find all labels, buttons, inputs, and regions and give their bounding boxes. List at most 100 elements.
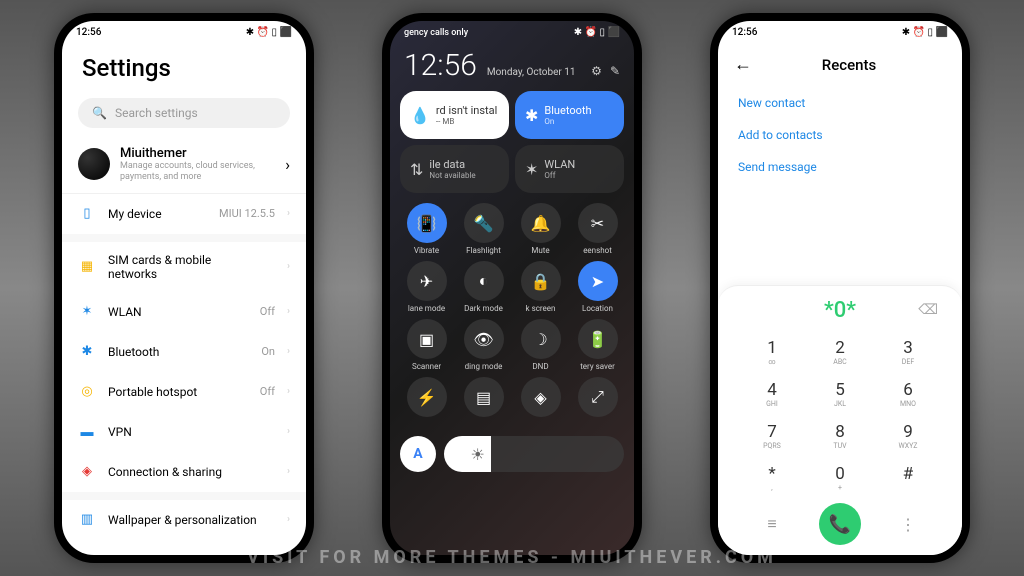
wallpaper-icon: ▥ xyxy=(78,511,96,529)
cc-toggle[interactable]: ✂ eenshot xyxy=(571,203,624,255)
key-letters: JKL xyxy=(806,400,874,408)
cc-toggle[interactable]: ◈ xyxy=(514,377,567,420)
keypad-key[interactable]: 1∞ xyxy=(738,331,806,373)
toggle-label: DND xyxy=(532,362,548,371)
settings-row[interactable]: ◎Portable hotspotOff› xyxy=(62,372,306,412)
toggle-label: Scanner xyxy=(412,362,441,371)
backspace-button[interactable]: ⌫ xyxy=(918,302,938,318)
cc-toggle[interactable]: ▣ Scanner xyxy=(400,319,453,371)
settings-row[interactable]: ▦SIM cards & mobile networks› xyxy=(62,242,306,292)
key-digit: # xyxy=(874,464,942,484)
settings-row[interactable]: ▬VPN› xyxy=(62,412,306,452)
toggle-label: Mute xyxy=(531,246,549,255)
dialer-action[interactable]: Add to contacts xyxy=(738,119,942,151)
key-digit: 6 xyxy=(874,380,942,400)
cc-toggle[interactable]: ➤ Location xyxy=(571,261,624,313)
call-button[interactable]: 📞 xyxy=(819,503,861,545)
toggle-icon: 🔒 xyxy=(521,261,561,301)
toggle-icon: 👁 xyxy=(464,319,504,359)
keypad-key[interactable]: 8TUV xyxy=(806,415,874,457)
keypad-key[interactable]: 2ABC xyxy=(806,331,874,373)
tile-icon: ⇅ xyxy=(410,160,423,179)
item-value: Off xyxy=(260,385,275,398)
keypad-key[interactable]: # xyxy=(874,457,942,499)
my-device-row[interactable]: ▯ My device MIUI 12.5.5 › xyxy=(62,194,306,234)
key-letters: TUV xyxy=(806,442,874,450)
auto-brightness-button[interactable]: A xyxy=(400,436,436,472)
dialer-action[interactable]: New contact xyxy=(738,87,942,119)
toggle-icon: ⤢ xyxy=(578,377,618,417)
cc-toggle[interactable]: ⤢ xyxy=(571,377,624,420)
toggle-label: tery saver xyxy=(580,362,615,371)
wallpaper-row[interactable]: ▥ Wallpaper & personalization › xyxy=(62,500,306,540)
chevron-icon: › xyxy=(287,386,290,397)
cc-tile[interactable]: ✶WLANOff xyxy=(515,145,624,193)
dialer-action[interactable]: Send message xyxy=(738,151,942,183)
tile-title: WLAN xyxy=(544,158,575,171)
cc-toggle[interactable]: ☽DND xyxy=(514,319,567,371)
cc-toggle[interactable]: 🔔Mute xyxy=(514,203,567,255)
cc-toggle[interactable]: 🔒k screen xyxy=(514,261,567,313)
chevron-icon: › xyxy=(287,466,290,477)
keypad-key[interactable]: 4GHI xyxy=(738,373,806,415)
account-row[interactable]: Miuithemer Manage accounts, cloud servic… xyxy=(62,136,306,194)
toggle-icon: ▣ xyxy=(407,319,447,359)
keypad-key[interactable]: 6MNO xyxy=(874,373,942,415)
key-digit: 0 xyxy=(806,464,874,484)
cc-toggle[interactable]: 🔋 tery saver xyxy=(571,319,624,371)
cc-toggle[interactable]: ⚡ xyxy=(400,377,453,420)
tile-title: ile data xyxy=(429,158,465,171)
cc-toggle[interactable]: ✈lane mode xyxy=(400,261,453,313)
keypad-key[interactable]: 9WXYZ xyxy=(874,415,942,457)
keypad-key[interactable]: *, xyxy=(738,457,806,499)
edit-icon[interactable]: ✎ xyxy=(610,64,620,78)
keypad-key[interactable]: 7PQRS xyxy=(738,415,806,457)
key-letters: + xyxy=(806,484,874,492)
cc-toggle[interactable]: ◐Dark mode xyxy=(457,261,510,313)
item-label: VPN xyxy=(108,425,263,439)
chevron-icon: › xyxy=(287,514,290,525)
status-icons: ✱ ⏰ ▯ ⬛ xyxy=(574,27,620,38)
page-title: Settings xyxy=(82,54,286,82)
chevron-icon: › xyxy=(287,426,290,437)
cc-toggle[interactable]: 📳Vibrate xyxy=(400,203,453,255)
toggle-icon: 🔋 xyxy=(578,319,618,359)
cc-toggle[interactable]: ▤ xyxy=(457,377,510,420)
keypad-key[interactable]: 5JKL xyxy=(806,373,874,415)
key-letters: WXYZ xyxy=(874,442,942,450)
settings-row[interactable]: ✱BluetoothOn› xyxy=(62,332,306,372)
cc-tile[interactable]: 💧rd isn't instal-- MB xyxy=(400,91,509,139)
keypad-key[interactable]: 0+ xyxy=(806,457,874,499)
status-bar: gency calls only ✱ ⏰ ▯ ⬛ xyxy=(390,21,634,44)
phone-dialer: 12:56 ✱ ⏰ ▯ ⬛ ← Recents New contactAdd t… xyxy=(710,13,970,563)
key-digit: 9 xyxy=(874,422,942,442)
item-label: My device xyxy=(108,207,207,221)
status-time: 12:56 xyxy=(76,27,101,38)
toggle-label: eenshot xyxy=(583,246,612,255)
search-input[interactable]: 🔍 Search settings xyxy=(78,98,290,128)
divider xyxy=(62,234,306,242)
brightness-slider[interactable]: ☀ xyxy=(444,436,624,472)
toggle-label: lane mode xyxy=(408,304,445,313)
row-icon: ◎ xyxy=(78,383,96,401)
more-button[interactable]: ⋮ xyxy=(887,515,929,534)
cc-date: Monday, October 11 xyxy=(487,67,576,78)
dial-display: *0* xyxy=(824,298,856,323)
settings-row[interactable]: ✶WLANOff› xyxy=(62,292,306,332)
toggle-icon: 🔦 xyxy=(464,203,504,243)
key-letters: PQRS xyxy=(738,442,806,450)
toggle-icon: ✂ xyxy=(578,203,618,243)
key-digit: 2 xyxy=(806,338,874,358)
toggle-label: Location xyxy=(582,304,613,313)
back-button[interactable]: ← xyxy=(734,54,752,75)
toggle-icon: ➤ xyxy=(578,261,618,301)
cc-tile[interactable]: ⇅ile dataNot available xyxy=(400,145,509,193)
settings-row[interactable]: ◈Connection & sharing› xyxy=(62,452,306,492)
key-letters: MNO xyxy=(874,400,942,408)
cc-toggle[interactable]: 🔦Flashlight xyxy=(457,203,510,255)
keypad-key[interactable]: 3DEF xyxy=(874,331,942,373)
cc-tile[interactable]: ✱BluetoothOn xyxy=(515,91,624,139)
cc-toggle[interactable]: 👁ding mode xyxy=(457,319,510,371)
menu-button[interactable]: ≡ xyxy=(751,514,793,534)
gear-icon[interactable]: ⚙ xyxy=(591,64,602,78)
